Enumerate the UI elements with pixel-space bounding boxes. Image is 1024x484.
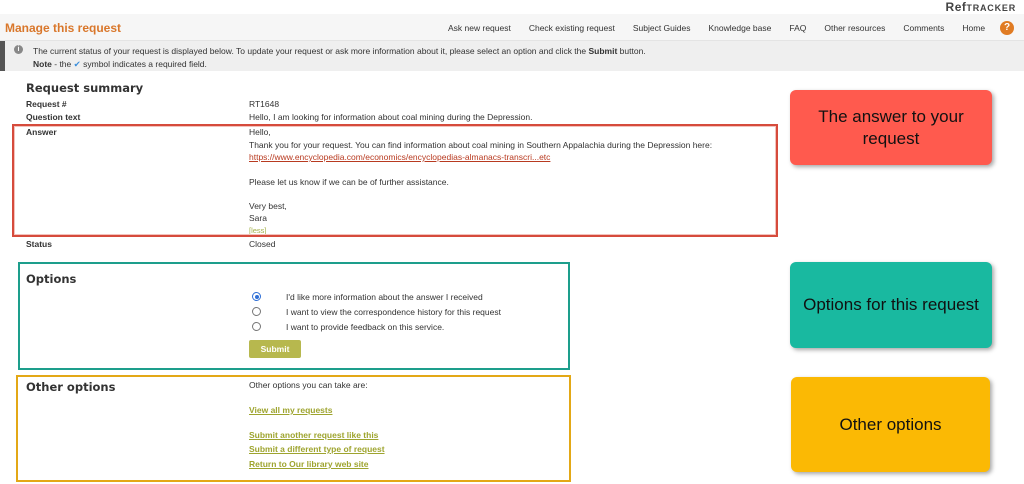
nav-comments[interactable]: Comments <box>903 23 944 33</box>
nav-home[interactable]: Home <box>962 23 985 33</box>
link-submit-different-type[interactable]: Submit a different type of request <box>249 444 385 454</box>
link-view-all-requests[interactable]: View all my requests <box>249 405 332 415</box>
info-icon: i <box>14 45 23 54</box>
link-submit-another-request[interactable]: Submit another request like this <box>249 430 378 440</box>
nav-faq[interactable]: FAQ <box>789 23 806 33</box>
request-summary-heading: Request summary <box>26 81 144 95</box>
page-title: Manage this request <box>5 21 122 35</box>
answer-highlight-frame <box>12 124 778 237</box>
nav-ask-new-request[interactable]: Ask new request <box>448 23 511 33</box>
radio-correspondence-history[interactable] <box>252 307 261 316</box>
nav-check-existing-request[interactable]: Check existing request <box>529 23 615 33</box>
callout-answer: The answer to your request <box>790 90 992 165</box>
callout-options: Options for this request <box>790 262 992 348</box>
info-note: Note - the ✔ symbol indicates a required… <box>33 59 207 69</box>
info-accent <box>0 41 5 71</box>
nav-knowledge-base[interactable]: Knowledge base <box>709 23 772 33</box>
request-number-value: RT1648 <box>249 99 280 109</box>
other-options-intro: Other options you can take are: <box>249 380 368 390</box>
top-nav: Ask new request Check existing request S… <box>448 23 1003 33</box>
info-text: The current status of your request is di… <box>33 46 646 56</box>
radio-provide-feedback[interactable] <box>252 322 261 331</box>
top-bar: Manage this request Ask new request Chec… <box>0 14 1024 41</box>
question-text-value: Hello, I am looking for information abou… <box>249 112 533 122</box>
reftracker-logo: RefTRACKER <box>945 0 1016 14</box>
link-return-library-site[interactable]: Return to Our library web site <box>249 459 369 469</box>
status-label: Status <box>26 239 52 249</box>
callout-other-options: Other options <box>791 377 990 472</box>
request-number-label: Request # <box>26 99 67 109</box>
info-bar: i The current status of your request is … <box>0 41 1024 71</box>
required-check-icon: ✔ <box>73 59 81 69</box>
radio-more-information[interactable] <box>252 292 261 301</box>
help-icon[interactable]: ? <box>1000 21 1014 35</box>
options-heading: Options <box>26 272 77 286</box>
radio-label-correspondence-history: I want to view the correspondence histor… <box>286 307 501 317</box>
radio-label-more-information: I'd like more information about the answ… <box>286 292 483 302</box>
nav-subject-guides[interactable]: Subject Guides <box>633 23 691 33</box>
status-value: Closed <box>249 239 276 249</box>
nav-other-resources[interactable]: Other resources <box>824 23 885 33</box>
submit-button[interactable]: Submit <box>249 340 301 358</box>
other-options-heading: Other options <box>26 380 116 394</box>
question-text-label: Question text <box>26 112 81 122</box>
radio-label-provide-feedback: I want to provide feedback on this servi… <box>286 322 445 332</box>
